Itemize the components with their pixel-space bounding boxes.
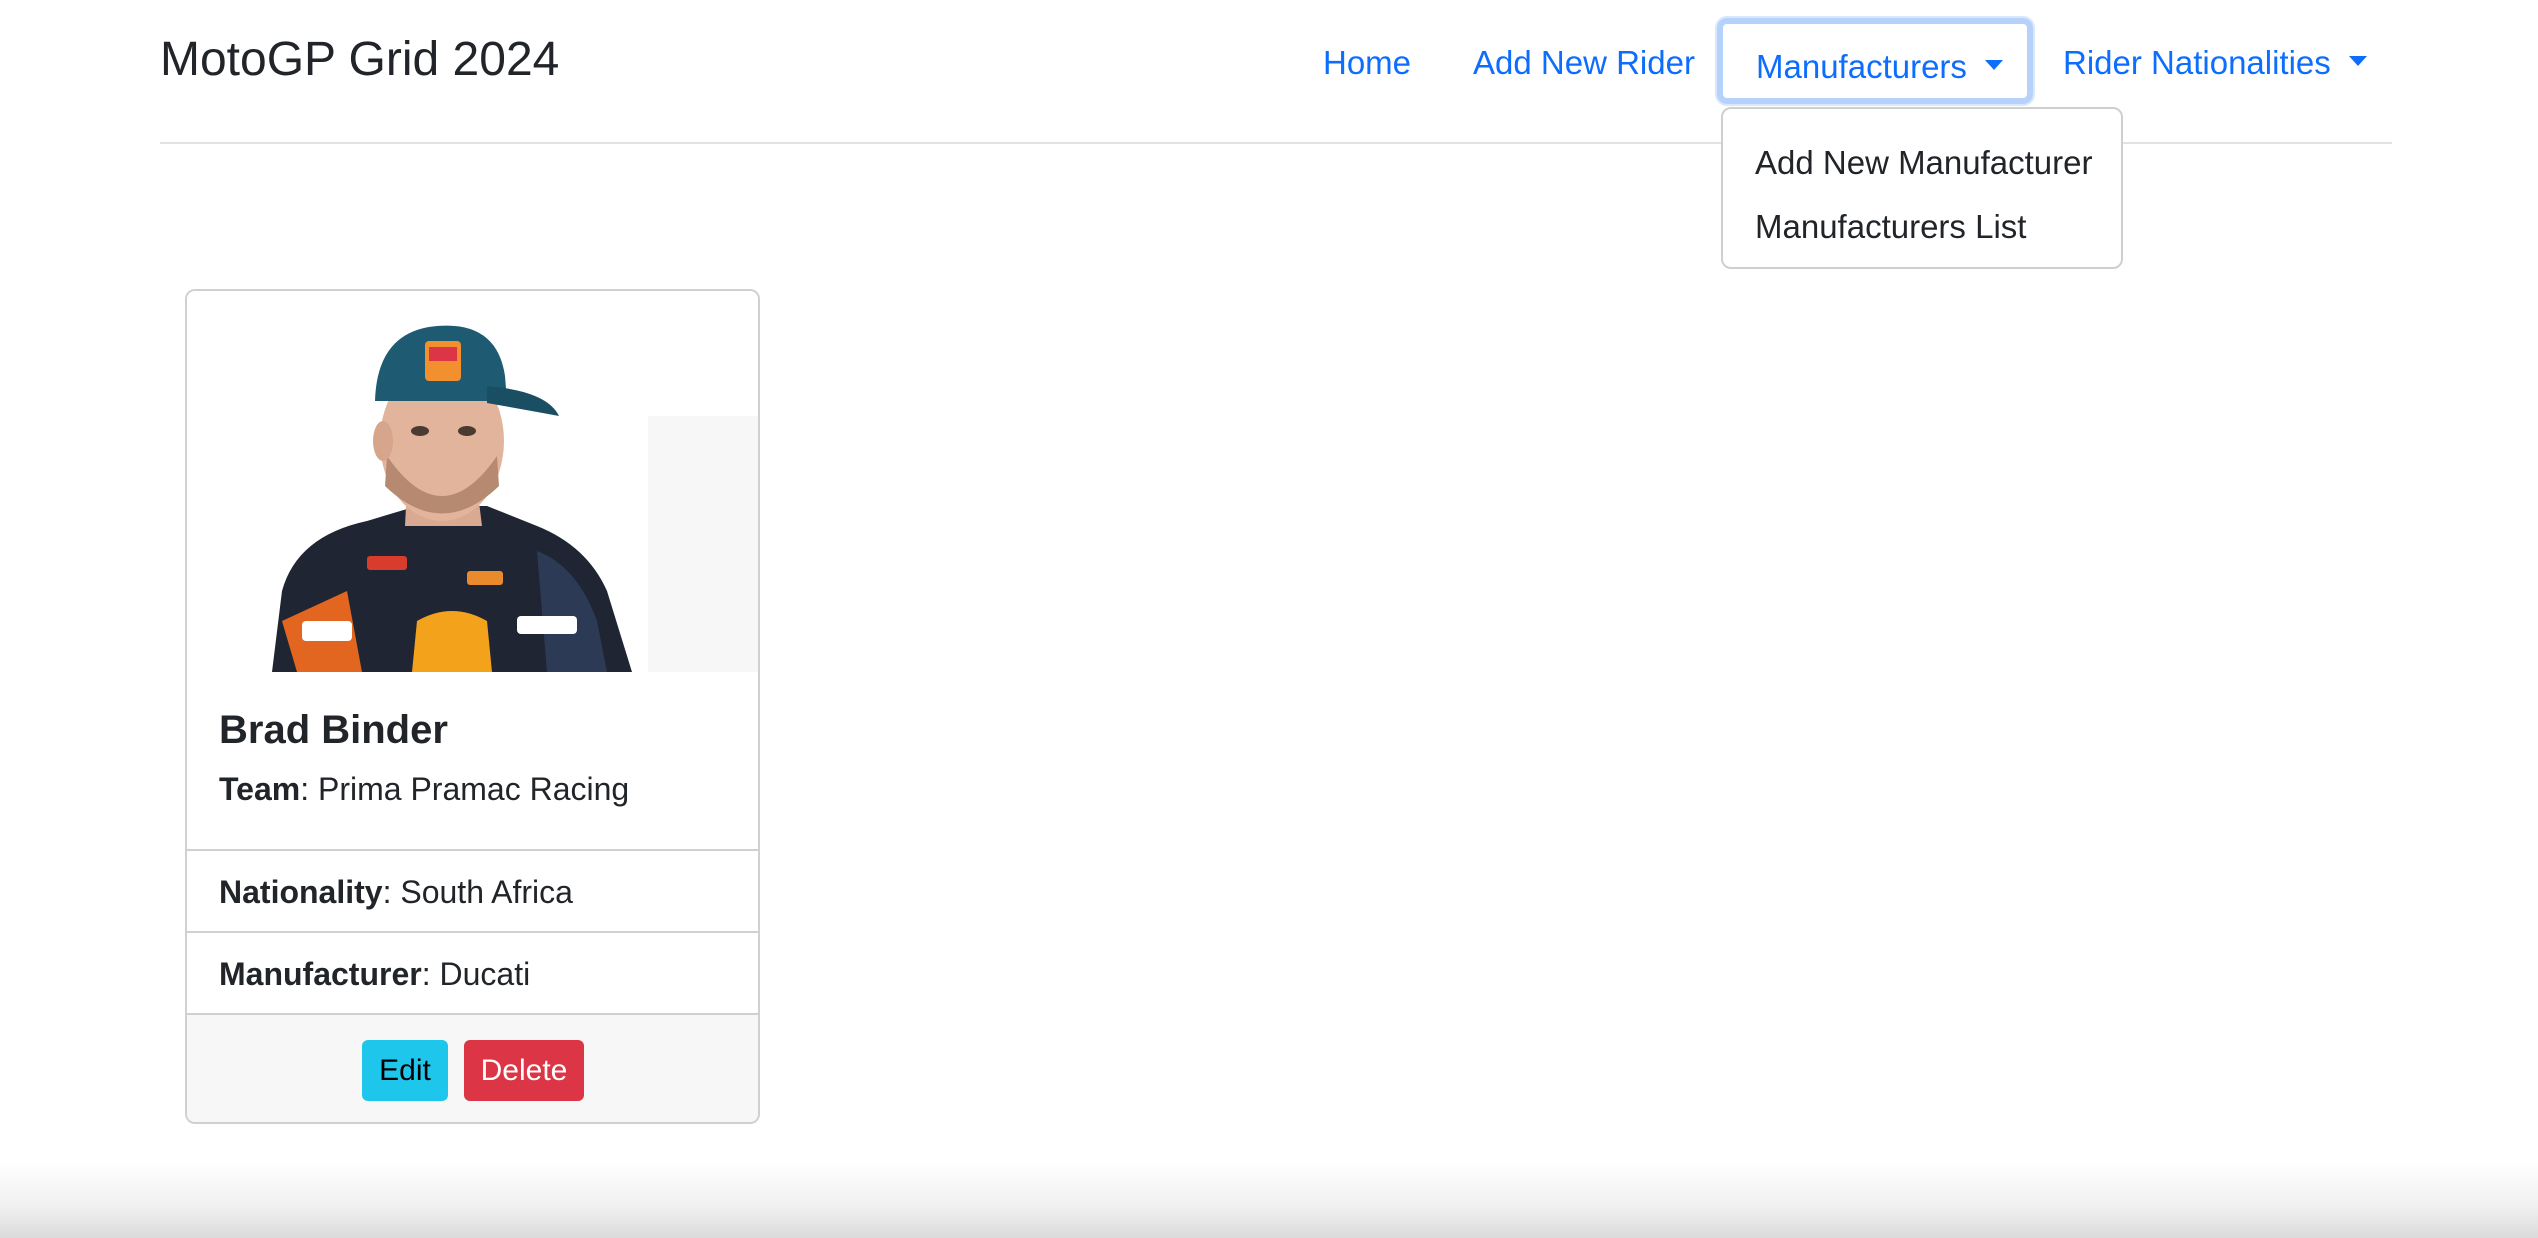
nav-nationalities-dropdown-toggle[interactable]: Rider Nationalities [2063, 38, 2367, 88]
rider-team: Team: Prima Pramac Racing [219, 771, 630, 807]
main-nav: Home Add New Rider Manufacturers Rider N… [0, 0, 2538, 120]
manufacturer-label: Manufacturer [219, 956, 422, 992]
nationality-label: Nationality [219, 874, 383, 910]
rider-card: Brad Binder Team: Prima Pramac Racing Na… [185, 289, 760, 1124]
nav-home-link[interactable]: Home [1323, 38, 1411, 88]
card-footer: Edit Delete [187, 1013, 758, 1122]
manufacturer-value: Ducati [439, 956, 531, 992]
rider-details-list: Nationality: South Africa Manufacturer: … [187, 849, 758, 1013]
caret-down-icon [2348, 56, 2367, 66]
rider-name: Brad Binder [219, 708, 448, 752]
page-bottom-shadow [0, 1160, 2538, 1238]
nav-add-rider-link[interactable]: Add New Rider [1473, 38, 1695, 88]
rider-photo [187, 291, 758, 672]
nav-manufacturers-dropdown-toggle[interactable]: Manufacturers [1717, 18, 2033, 104]
manufacturers-dropdown-menu: Add New Manufacturer Manufacturers List [1721, 107, 2123, 269]
caret-down-icon [1984, 60, 2003, 70]
dropdown-item-add-manufacturer[interactable]: Add New Manufacturer [1723, 131, 2121, 195]
list-item-manufacturer: Manufacturer: Ducati [187, 931, 758, 1013]
nav-manufacturers-label: Manufacturers [1756, 48, 1967, 85]
edit-button[interactable]: Edit [362, 1040, 448, 1101]
team-value: Prima Pramac Racing [318, 771, 630, 807]
team-label: Team [219, 771, 301, 807]
list-item-nationality: Nationality: South Africa [187, 849, 758, 931]
nav-nationalities-label: Rider Nationalities [2063, 44, 2331, 81]
nationality-value: South Africa [400, 874, 573, 910]
page: MotoGP Grid 2024 Home Add New Rider Manu… [0, 0, 2538, 1238]
delete-button[interactable]: Delete [464, 1040, 584, 1101]
dropdown-item-manufacturers-list[interactable]: Manufacturers List [1723, 195, 2121, 259]
